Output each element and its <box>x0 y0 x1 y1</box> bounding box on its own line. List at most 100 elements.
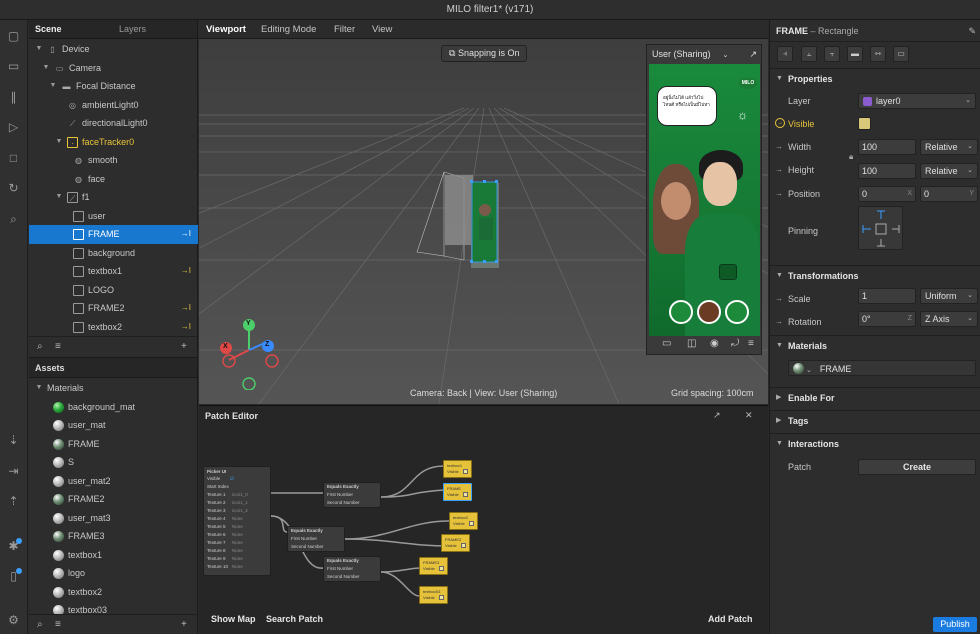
tab-viewport[interactable]: Viewport <box>206 24 246 35</box>
tree-item-background[interactable]: background <box>29 244 198 263</box>
publish-button[interactable]: Publish <box>933 617 977 632</box>
output-node[interactable]: textbox03 Visible <box>419 586 448 604</box>
checkbox-icon[interactable] <box>462 469 468 475</box>
output-node[interactable]: FRAME3 Visible <box>419 557 448 575</box>
material-select[interactable]: ⌄ FRAME <box>788 360 976 376</box>
capture-icon[interactable]: ◫ <box>687 338 696 349</box>
tab-scene[interactable]: Scene <box>35 20 62 39</box>
stop-icon[interactable]: □ <box>5 150 22 167</box>
library-icon[interactable]: ∥ <box>5 89 22 106</box>
patch-editor[interactable]: Patch Editor ↗ ✕ Picker UI Visible ☑ Star… <box>199 405 768 634</box>
tab-view[interactable]: View <box>372 24 392 35</box>
scene-icon[interactable]: ▢ <box>5 28 22 45</box>
link-icon[interactable]: →I <box>181 299 191 318</box>
preview-device-select[interactable]: User (Sharing) ⌄ ↗ <box>647 45 761 63</box>
viewport[interactable]: Viewport Editing Mode Filter View ⧉ Snap… <box>199 20 768 404</box>
position-x-input[interactable]: 0X <box>858 186 916 202</box>
asset-item[interactable]: logo <box>29 564 198 583</box>
output-node[interactable]: textbox1 Visible <box>443 460 472 478</box>
add-patch-button[interactable]: Add Patch <box>708 614 753 624</box>
video-icon[interactable]: ▭ <box>5 58 22 75</box>
tree-item-focal-distance[interactable]: ▼ ▬ Focal Distance <box>29 77 198 96</box>
checkbox-icon[interactable] <box>438 595 444 601</box>
axis-gizmo[interactable]: Y X Z <box>213 318 283 391</box>
tree-item-ambient-light[interactable]: ◎ ambientLight0 <box>29 96 198 115</box>
equals-node[interactable]: Equals Exactly First Number Second Numbe… <box>287 526 345 552</box>
filter-option-2[interactable] <box>697 300 721 324</box>
link-icon[interactable]: →I <box>181 225 191 244</box>
search-icon[interactable]: ⌕ <box>37 341 43 352</box>
filter-option-1[interactable] <box>669 300 693 324</box>
asset-item[interactable]: FRAME3 <box>29 527 198 546</box>
visible-checkbox[interactable] <box>858 117 871 130</box>
rotation-input[interactable]: 0° Z <box>858 311 916 327</box>
tab-editing-mode[interactable]: Editing Mode <box>261 24 316 35</box>
scale-link-icon[interactable]: → <box>775 294 783 303</box>
output-node-selected[interactable]: FRAME Visible <box>443 483 472 501</box>
layer-select[interactable]: layer0 ⌄ <box>858 93 976 109</box>
height-input[interactable]: 100 <box>858 163 916 179</box>
section-properties[interactable]: ▼ Properties <box>770 68 980 88</box>
expand-icon[interactable]: ↗ <box>749 45 757 63</box>
checkbox-icon[interactable] <box>438 566 444 572</box>
picker-ui-node[interactable]: Picker UI Visible ☑ Start Index Texture 1… <box>203 466 271 576</box>
assets-group-materials[interactable]: ▼ Materials <box>29 379 198 398</box>
asset-item[interactable]: background_mat <box>29 398 198 417</box>
record-icon[interactable]: ▭ <box>662 338 671 349</box>
tree-item-camera[interactable]: ▼ ▭ Camera <box>29 59 198 78</box>
width-link-icon[interactable]: → <box>775 142 783 151</box>
asset-item[interactable]: user_mat3 <box>29 509 198 528</box>
section-interactions[interactable]: ▼ Interactions <box>770 433 980 453</box>
tree-item-frame[interactable]: FRAME →I <box>29 225 198 244</box>
filter-icon[interactable]: ≡ <box>55 619 61 630</box>
play-icon[interactable]: ▷ <box>5 119 22 136</box>
output-node[interactable]: textbox2 Visible <box>449 512 478 530</box>
edit-icon[interactable]: ✎ <box>968 20 976 42</box>
add-icon[interactable]: + <box>181 619 187 630</box>
output-node[interactable]: FRAME2 Visible <box>441 534 470 552</box>
snapping-toggle[interactable]: ⧉ Snapping is On <box>441 45 528 62</box>
search-icon[interactable]: ⌕ <box>5 211 22 228</box>
device-icon[interactable]: ▯ <box>5 568 22 585</box>
tree-item-user[interactable]: user <box>29 207 198 226</box>
width-input[interactable]: 100 <box>858 139 916 155</box>
scale-mode-select[interactable]: Uniform ⌄ <box>920 288 978 304</box>
width-mode-select[interactable]: Relative ⌄ <box>920 139 978 155</box>
tree-item-textbox2[interactable]: textbox2 →I <box>29 318 198 337</box>
align-top-icon[interactable]: ▬ <box>847 46 863 62</box>
search-icon[interactable]: ⌕ <box>37 619 43 630</box>
pinning-widget[interactable] <box>858 206 903 250</box>
section-materials[interactable]: ▼ Materials <box>770 335 980 355</box>
tree-item-device[interactable]: ▼ ▯ Device <box>29 40 198 59</box>
refresh-icon[interactable]: ↻ <box>5 180 22 197</box>
tree-item-textbox1[interactable]: textbox1 →I <box>29 262 198 281</box>
checkbox-icon[interactable] <box>460 543 466 549</box>
rotation-axis-select[interactable]: Z Axis ⌄ <box>920 311 978 327</box>
menu-icon[interactable]: ≡ <box>748 338 754 349</box>
equals-node[interactable]: Equals Exactly First Number Second Numbe… <box>323 556 381 582</box>
filter-option-3[interactable] <box>725 300 749 324</box>
tree-item-smooth[interactable]: ◍ smooth <box>29 151 198 170</box>
align-center-h-icon[interactable]: ⫠ <box>801 46 817 62</box>
section-tags[interactable]: ▶ Tags <box>770 410 980 430</box>
align-right-icon[interactable]: ⫟ <box>824 46 840 62</box>
align-center-v-icon[interactable]: ⇿ <box>870 46 886 62</box>
align-left-icon[interactable]: ⫞ <box>777 46 793 62</box>
tree-item-frame2[interactable]: FRAME2 →I <box>29 299 198 318</box>
checkbox-icon[interactable] <box>468 521 474 527</box>
asset-item[interactable]: user_mat2 <box>29 472 198 491</box>
height-mode-select[interactable]: Relative ⌄ <box>920 163 978 179</box>
tree-item-face-tracker[interactable]: ▼ · faceTracker0 <box>29 133 198 152</box>
settings-icon[interactable]: ⚙ <box>5 612 22 629</box>
rotation-link-icon[interactable]: → <box>775 317 783 326</box>
equals-node[interactable]: Equals Exactly First Number Second Numbe… <box>323 482 381 508</box>
link-icon[interactable]: →I <box>181 318 191 337</box>
filter-icon[interactable]: ≡ <box>55 341 61 352</box>
check-icon[interactable]: ☑ <box>230 475 234 483</box>
asset-item[interactable]: textbox1 <box>29 546 198 565</box>
asset-item[interactable]: S <box>29 453 198 472</box>
asset-item[interactable]: FRAME <box>29 435 198 454</box>
asset-item[interactable]: user_mat <box>29 416 198 435</box>
rotate-icon[interactable]: ⤾ <box>731 338 739 349</box>
tree-item-face[interactable]: ◍ face <box>29 170 198 189</box>
